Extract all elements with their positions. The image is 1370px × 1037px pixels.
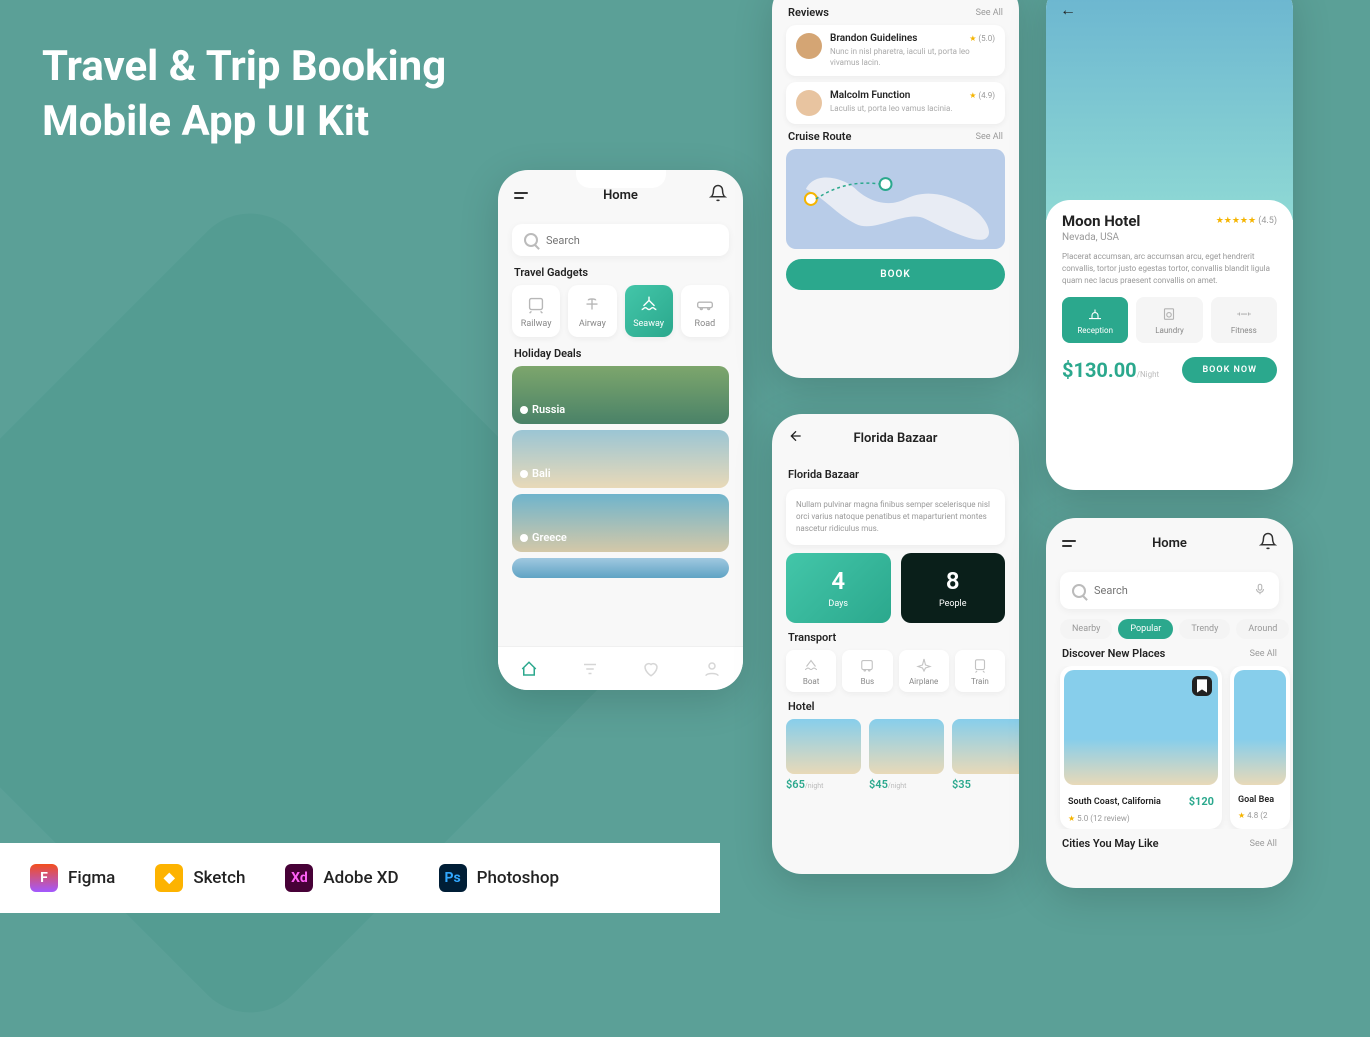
gadget-airway[interactable]: Airway bbox=[568, 285, 616, 337]
hotel-card[interactable]: $35 bbox=[952, 719, 1019, 791]
tool-figma: FFigma bbox=[30, 864, 115, 892]
see-all-link[interactable]: See All bbox=[1250, 649, 1277, 659]
deal-partial[interactable] bbox=[512, 558, 729, 578]
filter-around[interactable]: Around bbox=[1236, 619, 1289, 639]
search-icon bbox=[524, 233, 538, 247]
nav-profile-icon[interactable] bbox=[703, 660, 721, 678]
tool-xd: XdAdobe XD bbox=[285, 864, 398, 892]
fb-subtitle: Florida Bazaar bbox=[788, 468, 1003, 481]
back-icon[interactable]: ← bbox=[1060, 0, 1076, 20]
star-icon: ★ bbox=[1238, 811, 1245, 820]
gadget-railway[interactable]: Railway bbox=[512, 285, 560, 337]
screen-hotel-detail: ← Moon Hotel ★★★★★ (4.5) Nevada, USA Pla… bbox=[1046, 0, 1293, 490]
screen-title: Florida Bazaar bbox=[854, 431, 938, 446]
place-card[interactable]: Goal Bea ★ 4.8 (2 bbox=[1230, 666, 1290, 829]
location-pin-icon bbox=[520, 470, 528, 478]
fb-description: Nullam pulvinar magna finibus semper sce… bbox=[786, 489, 1005, 545]
amenity-reception[interactable]: Reception bbox=[1062, 297, 1128, 343]
avatar bbox=[796, 33, 822, 59]
place-card[interactable]: South Coast, California$120 ★ 5.0 (12 re… bbox=[1060, 666, 1222, 829]
page-headline: Travel & Trip Booking Mobile App UI Kit bbox=[42, 40, 446, 149]
bell-icon[interactable] bbox=[709, 184, 727, 206]
mic-icon[interactable] bbox=[1253, 581, 1267, 600]
deal-bali[interactable]: Bali bbox=[512, 430, 729, 488]
hotel-price: $130.00/Night bbox=[1062, 358, 1159, 382]
tools-bar: FFigma ◆Sketch XdAdobe XD PsPhotoshop bbox=[0, 843, 720, 913]
transport-airplane[interactable]: Airplane bbox=[899, 650, 949, 692]
amenity-fitness[interactable]: Fitness bbox=[1211, 297, 1277, 343]
star-icon: ★★★★★ bbox=[1216, 216, 1256, 226]
star-icon: ★ bbox=[1068, 814, 1075, 823]
cruise-map[interactable] bbox=[786, 149, 1005, 249]
see-all-link[interactable]: See All bbox=[976, 132, 1003, 142]
search-input[interactable] bbox=[512, 224, 729, 256]
search-input[interactable] bbox=[1060, 572, 1279, 609]
book-button[interactable]: BOOK bbox=[786, 259, 1005, 290]
review-item[interactable]: Malcolm Function★ (4.9) Laculis ut, port… bbox=[786, 82, 1005, 124]
menu-icon[interactable] bbox=[514, 186, 532, 204]
section-discover: Discover New Places bbox=[1062, 647, 1165, 660]
deal-greece[interactable]: Greece bbox=[512, 494, 729, 552]
screen-reviews: Reviews See All Brandon Guidelines★ (5.0)… bbox=[772, 0, 1019, 378]
stat-people[interactable]: 8People bbox=[901, 553, 1006, 623]
book-now-button[interactable]: BOOK NOW bbox=[1182, 357, 1277, 383]
star-icon: ★ bbox=[969, 34, 976, 43]
filter-nearby[interactable]: Nearby bbox=[1060, 619, 1112, 639]
amenity-laundry[interactable]: Laundry bbox=[1136, 297, 1202, 343]
hotel-card[interactable]: $65/night bbox=[786, 719, 861, 791]
back-icon[interactable] bbox=[788, 428, 804, 448]
transport-boat[interactable]: Boat bbox=[786, 650, 836, 692]
bookmark-icon[interactable] bbox=[1192, 676, 1212, 696]
screen-florida: Florida Bazaar Florida Bazaar Nullam pul… bbox=[772, 414, 1019, 874]
filter-popular[interactable]: Popular bbox=[1118, 619, 1173, 639]
section-reviews: Reviews bbox=[788, 6, 829, 19]
hotel-description: Placerat accumsan, arc accumsan arcu, eg… bbox=[1062, 251, 1277, 287]
bell-icon[interactable] bbox=[1259, 532, 1277, 554]
filter-trendy[interactable]: Trendy bbox=[1179, 619, 1230, 639]
review-item[interactable]: Brandon Guidelines★ (5.0) Nunc in nisl p… bbox=[786, 25, 1005, 76]
deal-russia[interactable]: Russia bbox=[512, 366, 729, 424]
nav-filter-icon[interactable] bbox=[581, 660, 599, 678]
star-icon: ★ bbox=[969, 91, 976, 100]
hotel-name: Moon Hotel bbox=[1062, 212, 1140, 230]
gadget-seaway[interactable]: Seaway bbox=[625, 285, 673, 337]
hotel-card[interactable]: $45/night bbox=[869, 719, 944, 791]
gadget-road[interactable]: Road bbox=[681, 285, 729, 337]
bottom-nav bbox=[498, 646, 743, 690]
nav-home-icon[interactable] bbox=[520, 660, 538, 678]
transport-bus[interactable]: Bus bbox=[842, 650, 892, 692]
section-cruise: Cruise Route bbox=[788, 130, 851, 143]
tool-sketch: ◆Sketch bbox=[155, 864, 245, 892]
screen-discover: Home Nearby Popular Trendy Around Discov… bbox=[1046, 518, 1293, 888]
menu-icon[interactable] bbox=[1062, 534, 1080, 552]
nav-heart-icon[interactable] bbox=[642, 660, 660, 678]
section-deals: Holiday Deals bbox=[514, 347, 727, 360]
avatar bbox=[796, 90, 822, 116]
tool-photoshop: PsPhotoshop bbox=[439, 864, 559, 892]
screen-title: Home bbox=[1152, 536, 1187, 551]
section-hotel: Hotel bbox=[788, 700, 1003, 713]
place-image bbox=[1234, 670, 1286, 785]
search-icon bbox=[1072, 584, 1086, 598]
section-cities: Cities You May Like bbox=[1062, 837, 1159, 850]
hotel-location: Nevada, USA bbox=[1062, 232, 1277, 243]
hero-image: ← bbox=[1046, 0, 1293, 220]
location-pin-icon bbox=[520, 406, 528, 414]
screen-home: Home Travel Gadgets Railway Airway Seawa… bbox=[498, 170, 743, 690]
transport-train[interactable]: Train bbox=[955, 650, 1005, 692]
stat-days[interactable]: 4Days bbox=[786, 553, 891, 623]
section-transport: Transport bbox=[788, 631, 1003, 644]
see-all-link[interactable]: See All bbox=[1250, 839, 1277, 849]
section-gadgets: Travel Gadgets bbox=[514, 266, 727, 279]
screen-title: Home bbox=[603, 188, 638, 203]
location-pin-icon bbox=[520, 534, 528, 542]
see-all-link[interactable]: See All bbox=[976, 8, 1003, 18]
